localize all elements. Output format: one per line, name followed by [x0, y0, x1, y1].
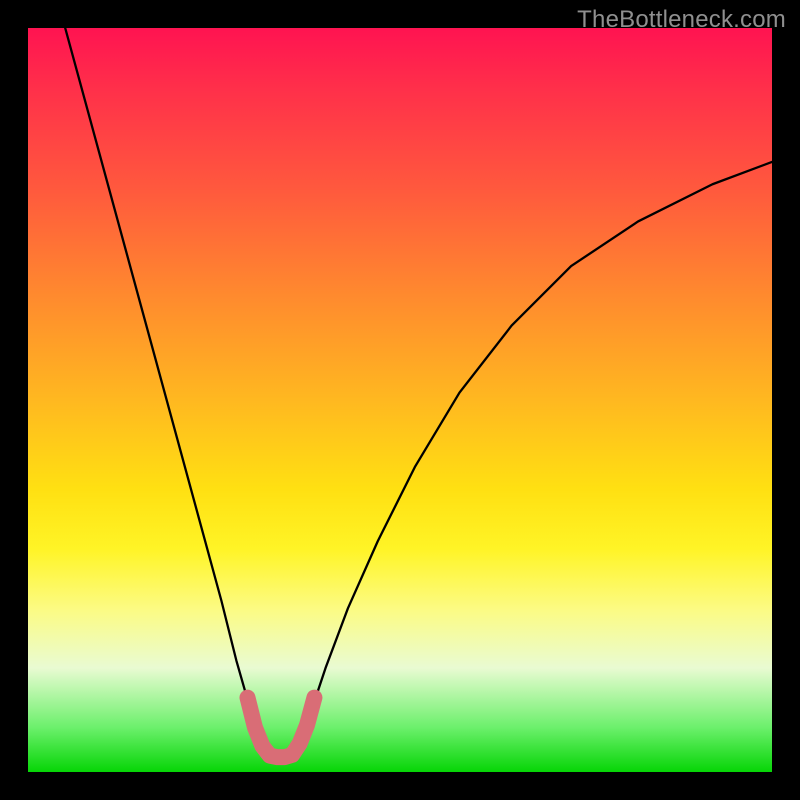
bottleneck-curve — [65, 28, 772, 757]
watermark-text: TheBottleneck.com — [577, 6, 786, 34]
chart-plot-area — [28, 28, 772, 772]
chart-svg — [28, 28, 772, 772]
optimal-zone-marker — [247, 698, 314, 758]
